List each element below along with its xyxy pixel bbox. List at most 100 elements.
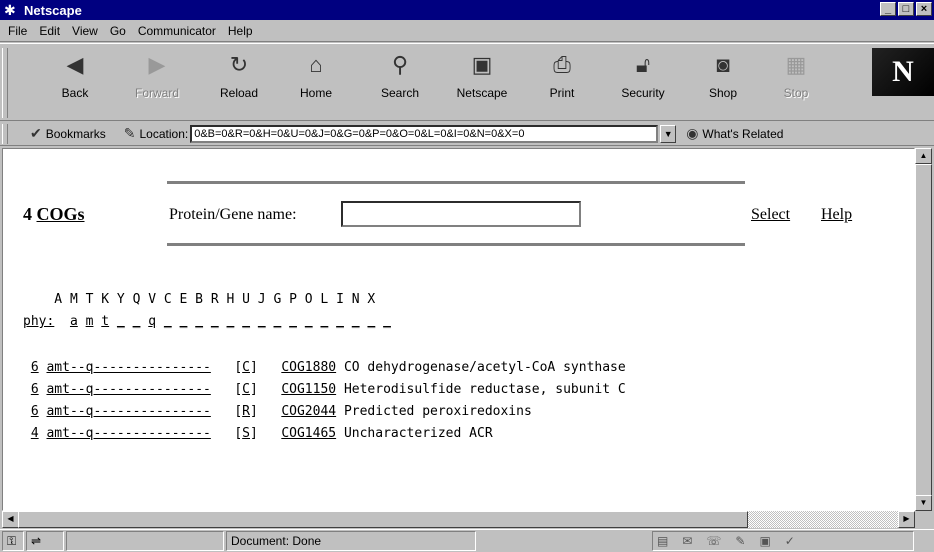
phy-value[interactable]: a: [70, 314, 78, 329]
shop-label: Shop: [708, 86, 738, 100]
maximize-button[interactable]: □: [898, 2, 914, 16]
menu-edit[interactable]: Edit: [33, 24, 66, 38]
phy-spacer: [54, 314, 70, 329]
netscape-logo[interactable]: N: [872, 48, 934, 96]
horizontal-scrollbar[interactable]: ◀ ▶: [2, 511, 915, 528]
help-link[interactable]: Help: [821, 206, 852, 224]
menu-communicator[interactable]: Communicator: [132, 24, 222, 38]
phy-value[interactable]: _: [242, 314, 250, 329]
menu-help[interactable]: Help: [222, 24, 259, 38]
stop-button[interactable]: ▦ Stop: [772, 50, 820, 116]
select-link[interactable]: Select: [751, 206, 790, 224]
phy-gap: [109, 314, 117, 329]
phy-value[interactable]: _: [383, 314, 391, 329]
protein-gene-input[interactable]: [341, 201, 581, 227]
scroll-down-button[interactable]: ▼: [915, 495, 932, 511]
component-bar[interactable]: ▤✉☏✎▣✓: [652, 531, 914, 551]
row-cog-link[interactable]: COG1150: [281, 382, 336, 397]
vertical-scroll-thumb[interactable]: [915, 164, 932, 499]
scroll-up-button[interactable]: ▲: [915, 148, 932, 164]
phy-value[interactable]: _: [305, 314, 313, 329]
bookmarks-label: Bookmarks: [45, 126, 106, 141]
row-count-link[interactable]: 6: [31, 404, 39, 419]
row-cog-link[interactable]: COG1880: [281, 360, 336, 375]
row-pattern-link[interactable]: amt--q---------------: [46, 360, 210, 375]
vertical-scrollbar[interactable]: ▲ ▼: [915, 148, 932, 511]
row-count-link[interactable]: 6: [31, 382, 39, 397]
stop-icon: ▦: [785, 52, 807, 77]
arrow-right-icon: ▶: [903, 514, 910, 523]
whats-related-button[interactable]: ◉ What's Related: [686, 125, 783, 142]
print-button[interactable]: ⎙ Print: [538, 50, 586, 116]
status-text: Document: Done: [226, 531, 476, 551]
home-icon: ⌂: [309, 52, 323, 77]
phy-value[interactable]: _: [289, 314, 297, 329]
minimize-button[interactable]: _: [880, 2, 896, 16]
location-dropdown-button[interactable]: ▼: [660, 124, 677, 143]
forward-arrow-icon: ▶: [148, 52, 166, 77]
phy-value[interactable]: _: [195, 314, 203, 329]
page-proxy-icon[interactable]: ✎: [124, 125, 136, 142]
forward-button[interactable]: ▶ Forward: [126, 50, 188, 116]
home-button[interactable]: ⌂ Home: [292, 50, 340, 116]
row-pattern-link[interactable]: amt--q---------------: [46, 382, 210, 397]
table-row: 6 amt--q--------------- [C] COG1880 CO d…: [23, 360, 626, 375]
phy-value[interactable]: _: [352, 314, 360, 329]
row-count-link[interactable]: 4: [31, 426, 39, 441]
phy-gap: [250, 314, 258, 329]
phy-value[interactable]: _: [336, 314, 344, 329]
phy-value[interactable]: q: [148, 314, 156, 329]
menu-go[interactable]: Go: [104, 24, 132, 38]
back-button[interactable]: ◀ Back: [52, 50, 98, 116]
navigation-toolbar: ◀ Back ▶ Forward ↻ Reload ⌂ Home ⚲ Searc…: [0, 43, 934, 121]
shop-button[interactable]: ◙ Shop: [698, 50, 748, 116]
row-pattern-link[interactable]: amt--q---------------: [46, 404, 210, 419]
status-spacer: [478, 531, 650, 551]
menu-view[interactable]: View: [66, 24, 104, 38]
scroll-left-button[interactable]: ◀: [2, 511, 19, 528]
phy-value[interactable]: _: [117, 314, 125, 329]
phy-value[interactable]: _: [164, 314, 172, 329]
row-category-link[interactable]: C: [242, 382, 250, 397]
row-cog-link[interactable]: COG1465: [281, 426, 336, 441]
toolbar-grip[interactable]: [2, 48, 8, 118]
cogs-count: 4 COGs: [23, 204, 85, 225]
cogs-link[interactable]: COGs: [37, 204, 85, 224]
chevron-down-icon: ▼: [663, 128, 673, 139]
bracket-close: ]: [250, 426, 282, 441]
security-button[interactable]: 🔓︎ Security: [610, 50, 676, 116]
header-rule-top: [167, 181, 745, 184]
phy-value[interactable]: _: [258, 314, 266, 329]
menu-file[interactable]: File: [2, 24, 33, 38]
reload-button[interactable]: ↻ Reload: [210, 50, 268, 116]
location-url-field[interactable]: 0&B=0&R=0&H=0&U=0&J=0&G=0&P=0&O=0&L=0&I=…: [190, 124, 659, 143]
bracket-open: [: [210, 360, 243, 375]
search-button[interactable]: ⚲ Search: [370, 50, 430, 116]
phy-value[interactable]: t: [101, 314, 109, 329]
location-toolbar: ✔ Bookmarks ✎ Location: 0&B=0&R=0&H=0&U=…: [0, 122, 934, 146]
netscape-app-icon: ✱: [4, 2, 16, 18]
back-label: Back: [61, 86, 89, 100]
row-count-link[interactable]: 6: [31, 360, 39, 375]
row-pattern-link[interactable]: amt--q---------------: [46, 426, 210, 441]
row-cog-link[interactable]: COG2044: [281, 404, 336, 419]
row-category-link[interactable]: S: [242, 426, 250, 441]
bookmarks-button[interactable]: ✔ Bookmarks: [30, 125, 106, 142]
netscape-button[interactable]: ▣ Netscape: [444, 50, 520, 116]
phy-label: phy:: [23, 314, 55, 329]
phy-value[interactable]: _: [211, 314, 219, 329]
scroll-right-button[interactable]: ▶: [898, 511, 915, 528]
horizontal-scroll-thumb[interactable]: [18, 511, 748, 528]
close-button[interactable]: ×: [916, 2, 932, 16]
location-toolbar-grip[interactable]: [2, 123, 8, 144]
phy-gap: [266, 314, 274, 329]
phy-gap: [281, 314, 289, 329]
phy-gap: [328, 314, 336, 329]
lock-icon: 🔓︎: [635, 52, 651, 77]
title-bar: ✱ Netscape _ □ ×: [0, 0, 934, 20]
security-status-icon[interactable]: ⚿: [2, 531, 24, 551]
reload-label: Reload: [219, 86, 259, 100]
row-category-link[interactable]: R: [242, 404, 250, 419]
row-category-link[interactable]: C: [242, 360, 250, 375]
arrow-down-icon: ▼: [919, 498, 928, 507]
